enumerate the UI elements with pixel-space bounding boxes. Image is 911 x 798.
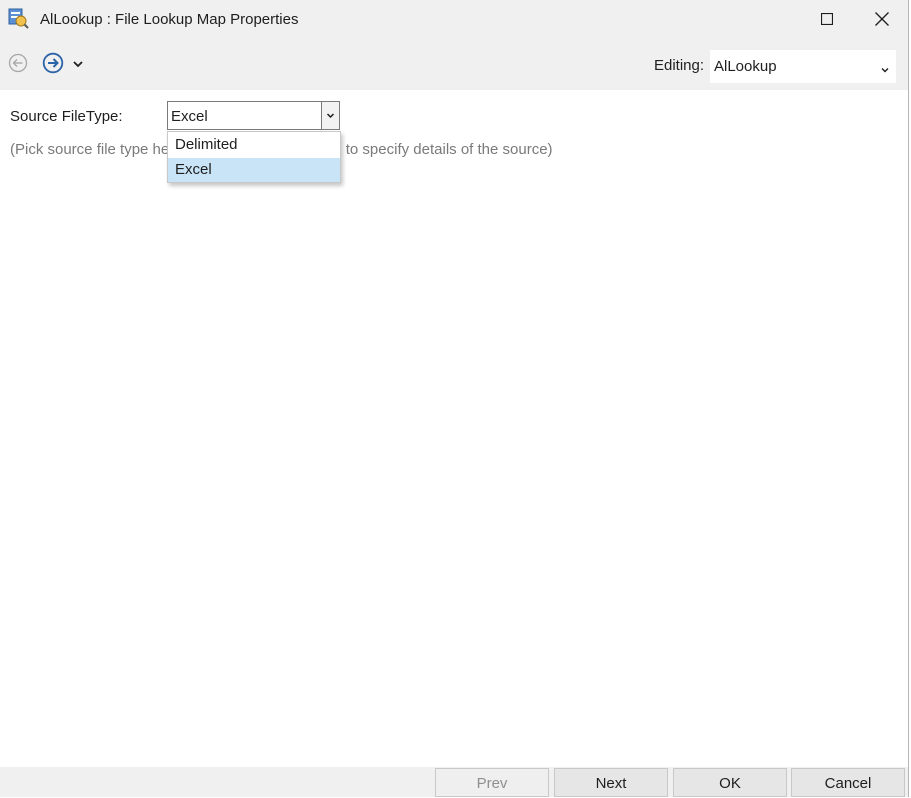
dropdown-option-excel[interactable]: Excel bbox=[168, 158, 340, 182]
title-bar: AlLookup : File Lookup Map Properties bbox=[0, 0, 908, 40]
close-button[interactable] bbox=[859, 0, 905, 38]
close-icon bbox=[875, 12, 889, 26]
hint-text-left: (Pick source file type he bbox=[10, 141, 170, 158]
arrow-right-circle-icon bbox=[42, 52, 64, 78]
editing-value: AlLookup bbox=[714, 58, 777, 75]
window-title: AlLookup : File Lookup Map Properties bbox=[40, 11, 299, 28]
history-dropdown[interactable] bbox=[72, 57, 84, 69]
cancel-button[interactable]: Cancel bbox=[791, 768, 905, 797]
editing-label: Editing: bbox=[654, 57, 705, 74]
forward-button[interactable] bbox=[42, 52, 64, 74]
arrow-left-circle-icon bbox=[8, 53, 28, 77]
prev-button[interactable]: Prev bbox=[435, 768, 549, 797]
maximize-button[interactable] bbox=[804, 0, 850, 38]
combobox-dropdown-button[interactable] bbox=[321, 102, 339, 129]
ok-button[interactable]: OK bbox=[673, 768, 787, 797]
chevron-down-icon bbox=[72, 57, 84, 74]
chevron-down-icon bbox=[880, 62, 890, 80]
editing-select[interactable]: AlLookup bbox=[710, 50, 896, 83]
source-filetype-combobox[interactable]: Excel bbox=[167, 101, 340, 130]
dialog-window: AlLookup : File Lookup Map Properties Ed… bbox=[0, 0, 909, 797]
maximize-icon bbox=[821, 13, 833, 25]
next-button[interactable]: Next bbox=[554, 768, 668, 797]
back-button[interactable] bbox=[8, 53, 28, 73]
source-filetype-value: Excel bbox=[171, 108, 208, 125]
filetype-dropdown-list: Delimited Excel bbox=[167, 131, 341, 183]
dropdown-option-delimited[interactable]: Delimited bbox=[168, 133, 340, 157]
hint-text-right: e to specify details of the source) bbox=[333, 141, 553, 158]
app-icon bbox=[8, 8, 30, 30]
chevron-down-icon bbox=[326, 107, 335, 125]
source-filetype-label: Source FileType: bbox=[10, 108, 123, 125]
